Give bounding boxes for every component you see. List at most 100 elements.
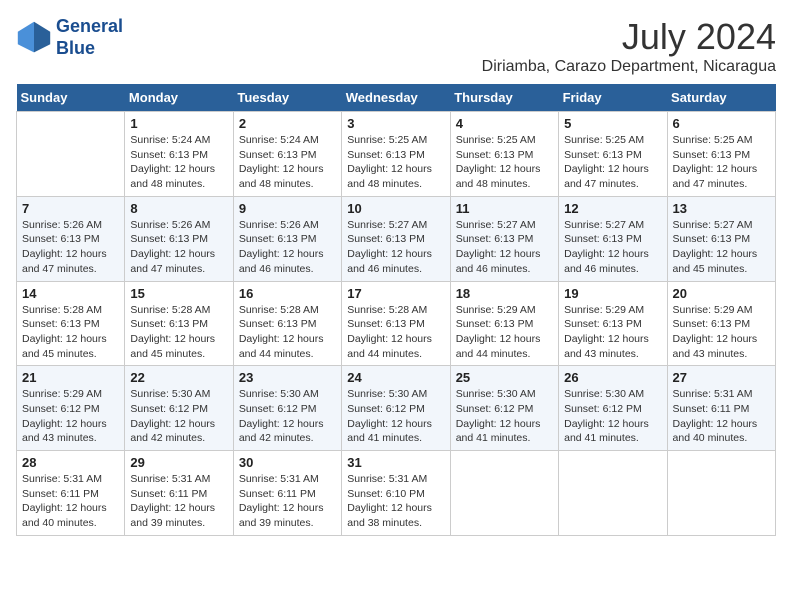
day-info: Sunrise: 5:29 AM Sunset: 6:13 PM Dayligh… (673, 303, 770, 362)
calendar-cell: 24 Sunrise: 5:30 AM Sunset: 6:12 PM Dayli… (342, 366, 450, 451)
day-info: Sunrise: 5:28 AM Sunset: 6:13 PM Dayligh… (347, 303, 444, 362)
day-number: 16 (239, 286, 336, 301)
calendar-week-row: 21 Sunrise: 5:29 AM Sunset: 6:12 PM Dayli… (17, 366, 776, 451)
calendar-cell: 26 Sunrise: 5:30 AM Sunset: 6:12 PM Dayli… (559, 366, 667, 451)
calendar-cell: 21 Sunrise: 5:29 AM Sunset: 6:12 PM Dayli… (17, 366, 125, 451)
calendar-cell (450, 451, 558, 536)
calendar-cell: 8 Sunrise: 5:26 AM Sunset: 6:13 PM Daylig… (125, 196, 233, 281)
day-number: 15 (130, 286, 227, 301)
day-info: Sunrise: 5:30 AM Sunset: 6:12 PM Dayligh… (347, 387, 444, 446)
calendar-cell (667, 451, 775, 536)
day-info: Sunrise: 5:25 AM Sunset: 6:13 PM Dayligh… (673, 133, 770, 192)
calendar-cell: 20 Sunrise: 5:29 AM Sunset: 6:13 PM Dayli… (667, 281, 775, 366)
calendar-cell: 14 Sunrise: 5:28 AM Sunset: 6:13 PM Dayli… (17, 281, 125, 366)
day-info: Sunrise: 5:31 AM Sunset: 6:11 PM Dayligh… (22, 472, 119, 531)
weekday-header-thursday: Thursday (450, 84, 558, 112)
day-info: Sunrise: 5:31 AM Sunset: 6:10 PM Dayligh… (347, 472, 444, 531)
day-number: 18 (456, 286, 553, 301)
calendar-cell: 6 Sunrise: 5:25 AM Sunset: 6:13 PM Daylig… (667, 112, 775, 197)
day-number: 12 (564, 201, 661, 216)
day-info: Sunrise: 5:30 AM Sunset: 6:12 PM Dayligh… (456, 387, 553, 446)
day-number: 17 (347, 286, 444, 301)
day-number: 13 (673, 201, 770, 216)
calendar-cell: 2 Sunrise: 5:24 AM Sunset: 6:13 PM Daylig… (233, 112, 341, 197)
calendar-cell: 18Sunrise: 5:29 AM Sunset: 6:13 PM Dayli… (450, 281, 558, 366)
day-number: 2 (239, 116, 336, 131)
day-number: 8 (130, 201, 227, 216)
day-info: Sunrise: 5:25 AM Sunset: 6:13 PM Dayligh… (347, 133, 444, 192)
calendar-cell: 10Sunrise: 5:27 AM Sunset: 6:13 PM Dayli… (342, 196, 450, 281)
calendar-cell: 30 Sunrise: 5:31 AM Sunset: 6:11 PM Dayli… (233, 451, 341, 536)
day-info: Sunrise: 5:29 AM Sunset: 6:12 PM Dayligh… (22, 387, 119, 446)
calendar-cell: 12 Sunrise: 5:27 AM Sunset: 6:13 PM Dayli… (559, 196, 667, 281)
day-info: Sunrise: 5:30 AM Sunset: 6:12 PM Dayligh… (130, 387, 227, 446)
location-title: Diriamba, Carazo Department, Nicaragua (482, 58, 776, 76)
day-info: Sunrise: 5:30 AM Sunset: 6:12 PM Dayligh… (564, 387, 661, 446)
day-number: 19 (564, 286, 661, 301)
logo: General Blue (16, 16, 123, 59)
day-info: Sunrise: 5:27 AM Sunset: 6:13 PM Dayligh… (347, 218, 444, 277)
day-info: Sunrise: 5:27 AM Sunset: 6:13 PM Dayligh… (564, 218, 661, 277)
page-header: General Blue July 2024 Diriamba, Carazo … (16, 16, 776, 76)
logo-icon (16, 20, 52, 56)
calendar-week-row: 14 Sunrise: 5:28 AM Sunset: 6:13 PM Dayli… (17, 281, 776, 366)
day-number: 30 (239, 455, 336, 470)
calendar-week-row: 1 Sunrise: 5:24 AM Sunset: 6:13 PM Daylig… (17, 112, 776, 197)
day-number: 29 (130, 455, 227, 470)
day-number: 24 (347, 370, 444, 385)
day-number: 14 (22, 286, 119, 301)
day-number: 26 (564, 370, 661, 385)
calendar-cell: 15 Sunrise: 5:28 AM Sunset: 6:13 PM Dayli… (125, 281, 233, 366)
calendar-cell: 16 Sunrise: 5:28 AM Sunset: 6:13 PM Dayli… (233, 281, 341, 366)
day-info: Sunrise: 5:28 AM Sunset: 6:13 PM Dayligh… (22, 303, 119, 362)
weekday-header-tuesday: Tuesday (233, 84, 341, 112)
day-number: 9 (239, 201, 336, 216)
day-info: Sunrise: 5:31 AM Sunset: 6:11 PM Dayligh… (239, 472, 336, 531)
calendar-table: SundayMondayTuesdayWednesdayThursdayFrid… (16, 84, 776, 536)
day-info: Sunrise: 5:27 AM Sunset: 6:13 PM Dayligh… (673, 218, 770, 277)
day-number: 31 (347, 455, 444, 470)
calendar-cell (559, 451, 667, 536)
day-info: Sunrise: 5:25 AM Sunset: 6:13 PM Dayligh… (456, 133, 553, 192)
day-number: 21 (22, 370, 119, 385)
calendar-week-row: 28 Sunrise: 5:31 AM Sunset: 6:11 PM Dayli… (17, 451, 776, 536)
weekday-header-monday: Monday (125, 84, 233, 112)
day-info: Sunrise: 5:28 AM Sunset: 6:13 PM Dayligh… (130, 303, 227, 362)
day-info: Sunrise: 5:26 AM Sunset: 6:13 PM Dayligh… (22, 218, 119, 277)
day-number: 1 (130, 116, 227, 131)
day-number: 28 (22, 455, 119, 470)
calendar-cell: 28 Sunrise: 5:31 AM Sunset: 6:11 PM Dayli… (17, 451, 125, 536)
day-info: Sunrise: 5:25 AM Sunset: 6:13 PM Dayligh… (564, 133, 661, 192)
day-info: Sunrise: 5:31 AM Sunset: 6:11 PM Dayligh… (673, 387, 770, 446)
day-info: Sunrise: 5:29 AM Sunset: 6:13 PM Dayligh… (564, 303, 661, 362)
day-info: Sunrise: 5:31 AM Sunset: 6:11 PM Dayligh… (130, 472, 227, 531)
calendar-cell: 25 Sunrise: 5:30 AM Sunset: 6:12 PM Dayli… (450, 366, 558, 451)
calendar-cell: 9Sunrise: 5:26 AM Sunset: 6:13 PM Daylig… (233, 196, 341, 281)
calendar-cell: 22Sunrise: 5:30 AM Sunset: 6:12 PM Dayli… (125, 366, 233, 451)
day-info: Sunrise: 5:28 AM Sunset: 6:13 PM Dayligh… (239, 303, 336, 362)
day-number: 23 (239, 370, 336, 385)
calendar-cell: 17 Sunrise: 5:28 AM Sunset: 6:13 PM Dayli… (342, 281, 450, 366)
weekday-header-saturday: Saturday (667, 84, 775, 112)
month-title: July 2024 (482, 16, 776, 58)
day-number: 25 (456, 370, 553, 385)
weekday-header-sunday: Sunday (17, 84, 125, 112)
day-number: 11 (456, 201, 553, 216)
calendar-cell: 1Sunrise: 5:24 AM Sunset: 6:13 PM Daylig… (125, 112, 233, 197)
day-info: Sunrise: 5:26 AM Sunset: 6:13 PM Dayligh… (130, 218, 227, 277)
calendar-cell: 3Sunrise: 5:25 AM Sunset: 6:13 PM Daylig… (342, 112, 450, 197)
day-info: Sunrise: 5:24 AM Sunset: 6:13 PM Dayligh… (239, 133, 336, 192)
calendar-week-row: 7Sunrise: 5:26 AM Sunset: 6:13 PM Daylig… (17, 196, 776, 281)
day-number: 20 (673, 286, 770, 301)
calendar-cell: 13 Sunrise: 5:27 AM Sunset: 6:13 PM Dayli… (667, 196, 775, 281)
day-number: 6 (673, 116, 770, 131)
calendar-cell: 11Sunrise: 5:27 AM Sunset: 6:13 PM Dayli… (450, 196, 558, 281)
calendar-cell (17, 112, 125, 197)
day-number: 4 (456, 116, 553, 131)
calendar-cell: 27Sunrise: 5:31 AM Sunset: 6:11 PM Dayli… (667, 366, 775, 451)
calendar-cell: 31 Sunrise: 5:31 AM Sunset: 6:10 PM Dayli… (342, 451, 450, 536)
calendar-cell: 19 Sunrise: 5:29 AM Sunset: 6:13 PM Dayli… (559, 281, 667, 366)
day-number: 5 (564, 116, 661, 131)
calendar-cell: 7Sunrise: 5:26 AM Sunset: 6:13 PM Daylig… (17, 196, 125, 281)
calendar-cell: 23Sunrise: 5:30 AM Sunset: 6:12 PM Dayli… (233, 366, 341, 451)
